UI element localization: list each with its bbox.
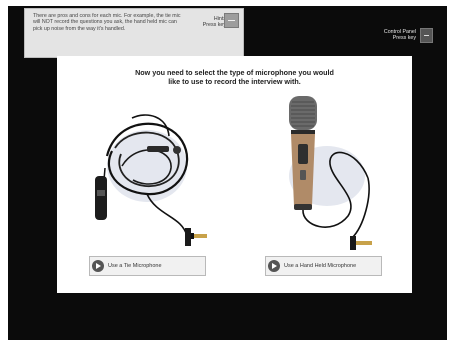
instruction-line-2: like to use to record the interview with… [168,77,301,86]
play-icon [92,260,104,272]
content-panel: Now you need to select the type of micro… [57,56,412,293]
hand-held-microphone-button[interactable]: Use a Hand Held Microphone [265,256,382,276]
hand-held-microphone-label: Use a Hand Held Microphone [284,263,357,269]
hand-held-microphone-image[interactable] [272,86,384,256]
tie-microphone-button[interactable]: Use a Tie Microphone [89,256,206,276]
instruction-text: Now you need to select the type of micro… [57,68,412,86]
instruction-line-1: Now you need to select the type of micro… [135,68,334,77]
control-panel-label: Control Panel Press key [358,29,416,42]
tie-microphone-image[interactable] [87,96,215,256]
tie-microphone-label: Use a Tie Microphone [108,263,162,269]
hints-press-key: Press key [202,22,226,29]
hint-text: There are pros and cons for each mic. Fo… [33,13,181,32]
control-panel-press-key: Press key [392,35,416,42]
hint-popup: There are pros and cons for each mic. Fo… [24,8,244,58]
hints-key-button[interactable] [224,13,239,28]
play-icon [268,260,280,272]
control-panel-key-button[interactable] [420,28,433,43]
